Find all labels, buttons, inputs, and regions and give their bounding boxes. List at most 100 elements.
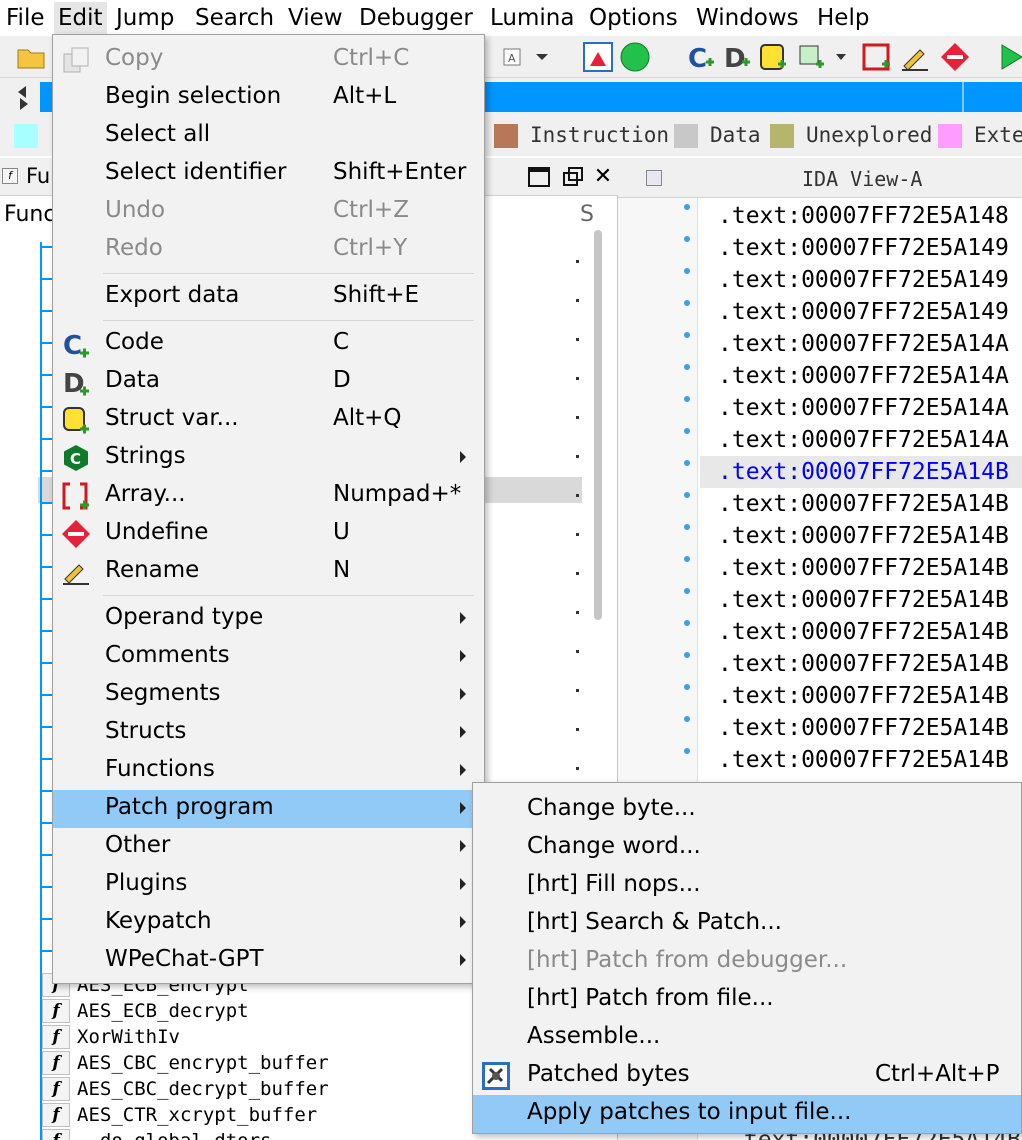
menu-item-select-all[interactable]: Select all	[53, 117, 484, 155]
disassembly-line[interactable]: .text:00007FF72E5A14B	[718, 488, 1009, 520]
menu-item-shortcut: Ctrl+Alt+P	[875, 1061, 1000, 1087]
disassembly-line[interactable]: .text:00007FF72E5A149	[718, 232, 1009, 264]
line-bullet-icon	[684, 300, 690, 306]
menu-item-operand-type[interactable]: Operand type	[53, 600, 484, 638]
toolbar-struct-icon[interactable]	[756, 40, 790, 74]
segment-column-header[interactable]: S	[580, 202, 594, 227]
restore-icon[interactable]	[560, 164, 586, 190]
disassembly-line[interactable]: .text:00007FF72E5A14B	[718, 584, 1009, 616]
menu-item-rename[interactable]: Rename N	[53, 553, 484, 591]
green-circle-icon[interactable]	[618, 40, 652, 74]
nav-arrows-icon[interactable]	[16, 84, 30, 110]
disassembly-line[interactable]: .text:00007FF72E5A14A	[718, 360, 1009, 392]
run-debugger-icon[interactable]	[996, 40, 1022, 74]
menu-item-apply-patches[interactable]: Apply patches to input file...	[473, 1095, 1021, 1133]
menu-item-functions[interactable]: Functions	[53, 752, 484, 790]
disassembly-line[interactable]: .text:00007FF72E5A14B	[718, 456, 1009, 488]
menu-item-undo[interactable]: Undo Ctrl+Z	[53, 193, 484, 231]
svg-text:C: C	[688, 44, 707, 74]
menu-item-keypatch[interactable]: Keypatch	[53, 904, 484, 942]
ida-view-tab[interactable]: IDA View-A	[618, 158, 1022, 198]
menu-item-undefine[interactable]: Undefine U	[53, 515, 484, 553]
menu-jump[interactable]: Jump	[112, 2, 178, 34]
menu-item-patched-bytes[interactable]: Patched bytes Ctrl+Alt+P	[473, 1057, 1021, 1095]
menu-item-array[interactable]: Array... Numpad+*	[53, 477, 484, 515]
menu-item-wpechat-gpt[interactable]: WPeChat-GPT	[53, 942, 484, 980]
menu-item-segments[interactable]: Segments	[53, 676, 484, 714]
submenu-arrow-icon	[460, 726, 466, 738]
toolbar-grid-icon[interactable]	[796, 40, 846, 74]
menu-options[interactable]: Options	[585, 2, 682, 34]
menu-item-other[interactable]: Other	[53, 828, 484, 866]
disassembly-line[interactable]: .text:00007FF72E5A14B	[718, 712, 1009, 744]
menu-item-code[interactable]: C Code C	[53, 325, 484, 363]
menu-item-strings[interactable]: C Strings	[53, 439, 484, 477]
function-marker	[40, 342, 52, 344]
menu-item-patch-from-debugger[interactable]: [hrt] Patch from debugger...	[473, 943, 1021, 981]
toolbar-rename-icon[interactable]	[898, 40, 932, 74]
menu-item-patch-from-file[interactable]: [hrt] Patch from file...	[473, 981, 1021, 1019]
disassembly-line[interactable]: .text:00007FF72E5A14A	[718, 424, 1009, 456]
maximize-icon[interactable]	[526, 164, 552, 190]
menu-item-comments[interactable]: Comments	[53, 638, 484, 676]
menu-item-change-word[interactable]: Change word...	[473, 829, 1021, 867]
menu-item-patch-program[interactable]: Patch program	[53, 790, 484, 828]
segment-dot	[576, 728, 579, 731]
rename-icon	[61, 557, 91, 587]
open-folder-icon[interactable]	[14, 40, 48, 74]
menu-item-struct-var[interactable]: Struct var... Alt+Q	[53, 401, 484, 439]
menu-item-data[interactable]: D Data D	[53, 363, 484, 401]
disassembly-line[interactable]: .text:00007FF72E5A14B	[718, 520, 1009, 552]
toolbar-data-icon[interactable]: D	[720, 40, 754, 74]
menu-debugger[interactable]: Debugger	[355, 2, 477, 34]
menu-item-redo[interactable]: Redo Ctrl+Y	[53, 231, 484, 269]
menu-file[interactable]: File	[2, 2, 49, 34]
menu-item-fill-nops[interactable]: [hrt] Fill nops...	[473, 867, 1021, 905]
menu-view[interactable]: View	[284, 2, 347, 34]
line-bullet-icon	[684, 396, 690, 402]
graph-overview-icon[interactable]	[582, 40, 616, 74]
menu-lumina[interactable]: Lumina	[486, 2, 578, 34]
function-name: __do_global_dtors	[77, 1128, 271, 1140]
disassembly-line[interactable]: .text:00007FF72E5A14B	[718, 648, 1009, 680]
menu-item-label: Undo	[105, 197, 166, 223]
function-marker	[40, 950, 52, 952]
menu-windows[interactable]: Windows	[692, 2, 803, 34]
disassembly-line[interactable]: .text:00007FF72E5A14A	[718, 392, 1009, 424]
close-panel-icon[interactable]: ✕	[590, 164, 616, 190]
menu-item-label: Begin selection	[105, 83, 282, 109]
legend-swatch-library	[14, 124, 38, 148]
menu-item-search-patch[interactable]: [hrt] Search & Patch...	[473, 905, 1021, 943]
disassembly-line[interactable]: .text:00007FF72E5A149	[718, 296, 1009, 328]
toolbar-undefine-icon[interactable]	[938, 40, 972, 74]
menu-search[interactable]: Search	[191, 2, 278, 34]
menu-item-plugins[interactable]: Plugins	[53, 866, 484, 904]
menu-help[interactable]: Help	[813, 2, 873, 34]
font-dropdown-icon[interactable]: A	[500, 40, 548, 74]
disassembly-line[interactable]: .text:00007FF72E5A148	[718, 200, 1009, 232]
menu-item-assemble[interactable]: Assemble...	[473, 1019, 1021, 1057]
functions-scrollbar[interactable]	[594, 230, 602, 620]
function-marker	[40, 822, 52, 824]
menu-item-begin-selection[interactable]: Begin selection Alt+L	[53, 79, 484, 117]
disassembly-line[interactable]: .text:00007FF72E5A14A	[718, 328, 1009, 360]
svg-text:C: C	[70, 450, 81, 468]
function-name-column-header[interactable]: Func	[4, 202, 55, 227]
menu-item-select-identifier[interactable]: Select identifier Shift+Enter	[53, 155, 484, 193]
line-bullet-icon	[684, 524, 690, 530]
toolbar-code-icon[interactable]: C	[684, 40, 718, 74]
menu-item-structs[interactable]: Structs	[53, 714, 484, 752]
disassembly-line[interactable]: .text:00007FF72E5A14B	[718, 744, 1009, 776]
disassembly-line[interactable]: .text:00007FF72E5A14B	[718, 616, 1009, 648]
disassembly-line[interactable]: .text:00007FF72E5A149	[718, 264, 1009, 296]
disassembly-line[interactable]: .text:00007FF72E5A14B	[718, 680, 1009, 712]
toolbar-array-icon[interactable]	[860, 40, 894, 74]
functions-tab-icon: f	[2, 168, 18, 184]
menu-item-export-data[interactable]: Export data Shift+E	[53, 278, 484, 316]
menu-item-change-byte[interactable]: Change byte...	[473, 791, 1021, 829]
menu-item-label: Copy	[105, 45, 164, 71]
menu-item-copy[interactable]: Copy Ctrl+C	[53, 41, 484, 79]
disassembly-line[interactable]: .text:00007FF72E5A14B	[718, 552, 1009, 584]
function-marker	[40, 566, 52, 568]
menu-edit[interactable]: Edit	[54, 2, 107, 34]
